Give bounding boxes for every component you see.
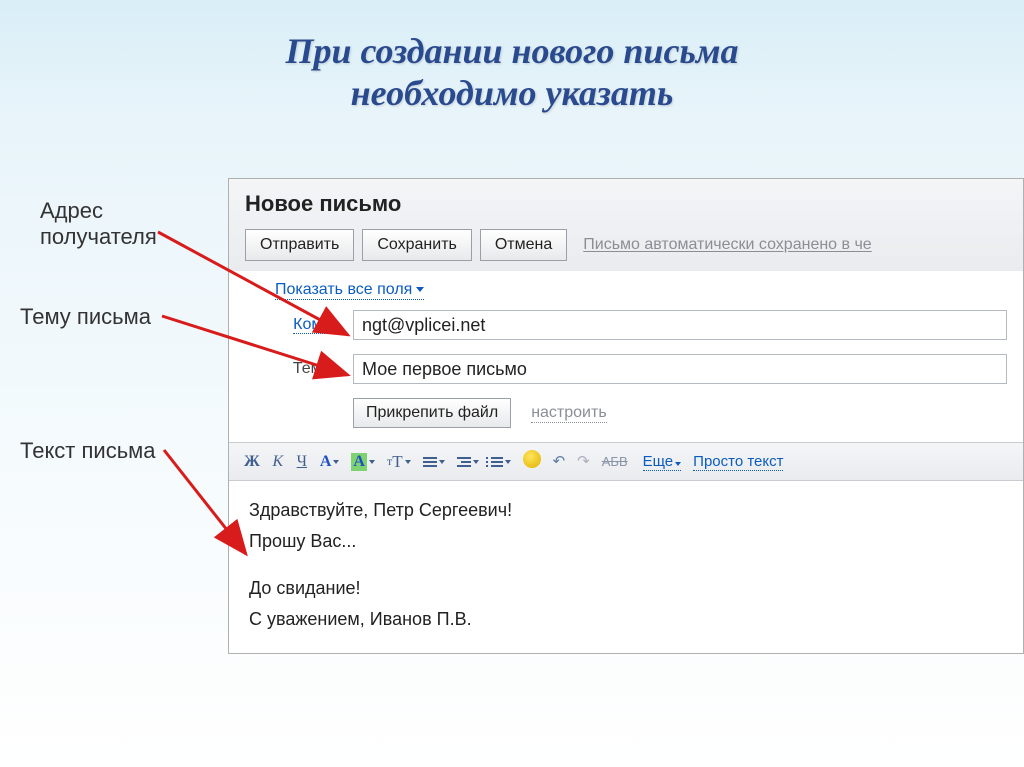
to-label[interactable]: Кому:: [275, 316, 335, 334]
label-subject: Тему письма: [20, 304, 151, 330]
attach-row: Прикрепить файл настроить: [353, 398, 1007, 428]
to-field-row: Кому:: [275, 310, 1007, 340]
indent-button[interactable]: [454, 456, 482, 468]
clear-format-button[interactable]: АБВ: [599, 453, 631, 470]
show-all-fields-link[interactable]: Показать все поля: [275, 281, 424, 300]
italic-button[interactable]: К: [269, 452, 287, 472]
emoji-button[interactable]: [520, 449, 544, 474]
align-icon: [423, 457, 437, 467]
slide-title-line1: При создании нового письма: [0, 30, 1024, 72]
chevron-down-icon: [675, 462, 681, 466]
indent-icon: [457, 457, 471, 467]
label-body: Текст письма: [20, 438, 156, 464]
format-toolbar: Ж К Ч А А тТ ↶ ↷ АБВ Еще Просто текст: [229, 442, 1023, 481]
email-compose-panel: Новое письмо Отправить Сохранить Отмена …: [228, 178, 1024, 654]
undo-button[interactable]: ↶: [550, 451, 569, 472]
chevron-down-icon: [439, 460, 445, 464]
body-line: Прошу Вас...: [249, 528, 1003, 555]
chevron-down-icon: [473, 460, 479, 464]
smiley-icon: [523, 450, 541, 468]
chevron-down-icon: [333, 460, 339, 464]
underline-button[interactable]: Ч: [293, 452, 311, 472]
fields-area: Показать все поля Кому: Тема: Прикрепить…: [229, 271, 1023, 442]
chevron-down-icon: [505, 460, 511, 464]
highlight-button[interactable]: А: [348, 452, 378, 472]
slide-title-line2: необходимо указать: [0, 72, 1024, 114]
label-address: Адресполучателя: [40, 198, 157, 250]
body-line: Здравствуйте, Петр Сергеевич!: [249, 497, 1003, 524]
plain-text-link[interactable]: Просто текст: [693, 453, 783, 471]
email-body[interactable]: Здравствуйте, Петр Сергеевич! Прошу Вас.…: [229, 481, 1023, 653]
panel-header: Новое письмо Отправить Сохранить Отмена …: [229, 179, 1023, 271]
to-input[interactable]: [353, 310, 1007, 340]
font-size-button[interactable]: тТ: [384, 451, 414, 473]
body-line: До свидание!: [249, 575, 1003, 602]
more-formats-link[interactable]: Еще: [643, 453, 682, 471]
attach-file-button[interactable]: Прикрепить файл: [353, 398, 511, 428]
chevron-down-icon: [405, 460, 411, 464]
subject-field-row: Тема:: [275, 354, 1007, 384]
toolbar: Отправить Сохранить Отмена Письмо автома…: [245, 229, 1007, 261]
align-button[interactable]: [420, 456, 448, 468]
cancel-button[interactable]: Отмена: [480, 229, 567, 261]
slide-title: При создании нового письма необходимо ук…: [0, 0, 1024, 114]
list-button[interactable]: [488, 456, 514, 468]
send-button[interactable]: Отправить: [245, 229, 354, 261]
panel-title: Новое письмо: [245, 191, 1007, 217]
chevron-down-icon: [369, 460, 375, 464]
chevron-down-icon: [416, 287, 424, 292]
autosave-text: Письмо автоматически сохранено в че: [583, 236, 871, 254]
bold-button[interactable]: Ж: [241, 452, 263, 472]
save-button[interactable]: Сохранить: [362, 229, 472, 261]
redo-button[interactable]: ↷: [574, 451, 593, 472]
list-icon: [491, 457, 503, 467]
subject-label: Тема:: [275, 360, 335, 378]
font-color-button[interactable]: А: [317, 452, 343, 472]
settings-link[interactable]: настроить: [531, 404, 606, 423]
body-line: С уважением, Иванов П.В.: [249, 606, 1003, 633]
subject-input[interactable]: [353, 354, 1007, 384]
